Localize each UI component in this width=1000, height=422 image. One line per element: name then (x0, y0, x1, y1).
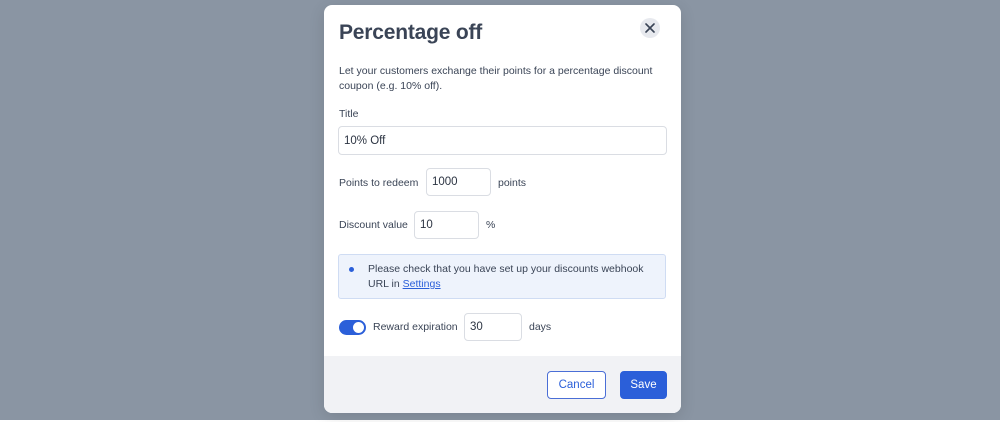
notice-text: Please check that you have set up your d… (368, 262, 658, 292)
dialog-title: Percentage off (339, 21, 483, 44)
bullet-icon (349, 267, 354, 272)
points-to-redeem-label: Points to redeem (339, 177, 419, 189)
dialog-footer: Cancel Save (324, 356, 681, 413)
points-to-redeem-input[interactable] (426, 168, 491, 196)
discount-value-input[interactable] (414, 211, 479, 239)
title-input[interactable] (338, 126, 667, 155)
reward-expiration-toggle[interactable] (339, 320, 366, 335)
toggle-knob (353, 322, 364, 333)
settings-link[interactable]: Settings (403, 278, 441, 290)
discount-unit-label: % (486, 219, 496, 231)
reward-expiration-label: Reward expiration (373, 321, 458, 333)
close-icon (645, 23, 655, 33)
percentage-off-dialog: Percentage off Let your customers exchan… (324, 5, 681, 413)
dialog-description: Let your customers exchange their points… (339, 65, 653, 92)
points-unit-label: points (498, 177, 527, 189)
close-button[interactable] (640, 18, 660, 38)
webhook-notice: Please check that you have set up your d… (338, 254, 666, 299)
discount-value-label: Discount value (339, 219, 408, 231)
save-button[interactable]: Save (620, 371, 667, 399)
cancel-button[interactable]: Cancel (547, 371, 606, 399)
expiration-unit-label: days (529, 321, 552, 333)
reward-expiration-input[interactable] (464, 313, 522, 341)
title-label: Title (339, 108, 359, 120)
